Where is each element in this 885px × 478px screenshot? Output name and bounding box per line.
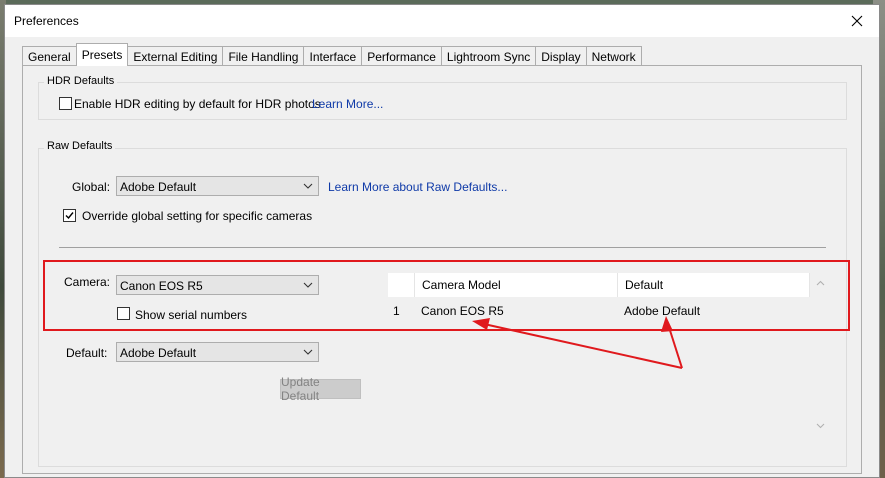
tab-external-editing[interactable]: External Editing [127, 46, 224, 66]
chevron-down-icon [303, 349, 313, 355]
scroll-down-icon[interactable] [816, 421, 825, 430]
tab-lightroom-sync[interactable]: Lightroom Sync [440, 46, 537, 66]
camera-label: Camera: [64, 275, 111, 289]
override-cameras-label: Override global setting for specific cam… [82, 209, 313, 223]
table-row[interactable]: 1 Canon EOS R5 Adobe Default [388, 297, 810, 321]
title-bar: Preferences [5, 5, 879, 37]
update-default-label: Update Default [281, 375, 320, 403]
tab-general[interactable]: General [22, 46, 77, 66]
show-serial-numbers-checkbox[interactable] [117, 307, 130, 320]
tab-strip: General Presets External Editing File Ha… [22, 43, 642, 66]
override-cameras-checkbox[interactable] [63, 209, 76, 222]
tab-label: Display [541, 49, 581, 64]
chevron-down-icon [303, 183, 313, 189]
raw-defaults-learn-more-link[interactable]: Learn More about Raw Defaults... [328, 180, 507, 194]
table-scrollbar[interactable] [810, 273, 832, 437]
table-header-index[interactable] [388, 273, 415, 297]
default-label: Default: [66, 346, 108, 360]
window-title: Preferences [14, 14, 79, 28]
table-header-default[interactable]: Default [618, 273, 810, 297]
global-label: Global: [72, 180, 111, 194]
checkmark-icon [65, 212, 74, 220]
camera-defaults-table: Camera Model Default 1 Canon EOS R5 Adob… [388, 273, 834, 437]
hdr-learn-more-link[interactable]: Learn More... [312, 97, 383, 111]
default-dropdown[interactable]: Adobe Default [116, 342, 319, 362]
tab-label: Lightroom Sync [446, 49, 531, 64]
raw-defaults-label: Raw Defaults [44, 140, 116, 152]
default-dropdown-value: Adobe Default [120, 346, 197, 360]
tab-label: General [28, 49, 71, 64]
tab-display[interactable]: Display [535, 46, 587, 66]
tab-network[interactable]: Network [585, 46, 642, 66]
tab-presets[interactable]: Presets [75, 43, 129, 66]
hdr-enable-label: Enable HDR editing by default for HDR ph… [74, 97, 321, 111]
tab-label: Presets [81, 48, 123, 62]
tab-label: Interface [309, 49, 357, 64]
raw-defaults-separator [59, 247, 826, 248]
hdr-defaults-label: HDR Defaults [44, 75, 118, 87]
row-default: Adobe Default [624, 304, 701, 318]
tab-label: Network [591, 49, 636, 64]
hdr-enable-checkbox[interactable] [59, 97, 72, 110]
tab-label: File Handling [228, 49, 299, 64]
camera-dropdown-value: Canon EOS R5 [120, 279, 203, 293]
tab-interface[interactable]: Interface [303, 46, 363, 66]
global-dropdown-value: Adobe Default [120, 180, 197, 194]
table-header-camera-model[interactable]: Camera Model [415, 273, 618, 297]
tab-label: Performance [367, 49, 436, 64]
global-dropdown[interactable]: Adobe Default [116, 176, 319, 196]
update-default-button[interactable]: Update Default [280, 375, 361, 403]
camera-dropdown[interactable]: Canon EOS R5 [116, 275, 319, 295]
tab-file-handling[interactable]: File Handling [222, 46, 305, 66]
close-button[interactable] [835, 5, 879, 37]
chevron-down-icon [303, 282, 313, 288]
close-icon [851, 15, 863, 27]
show-serial-numbers-label: Show serial numbers [135, 308, 248, 322]
tab-label: External Editing [133, 49, 218, 64]
header-label: Camera Model [422, 278, 501, 292]
scroll-up-icon[interactable] [816, 279, 825, 288]
row-index: 1 [393, 304, 400, 318]
row-camera-model: Canon EOS R5 [421, 304, 504, 318]
tab-performance[interactable]: Performance [361, 46, 442, 66]
header-label: Default [625, 278, 664, 292]
